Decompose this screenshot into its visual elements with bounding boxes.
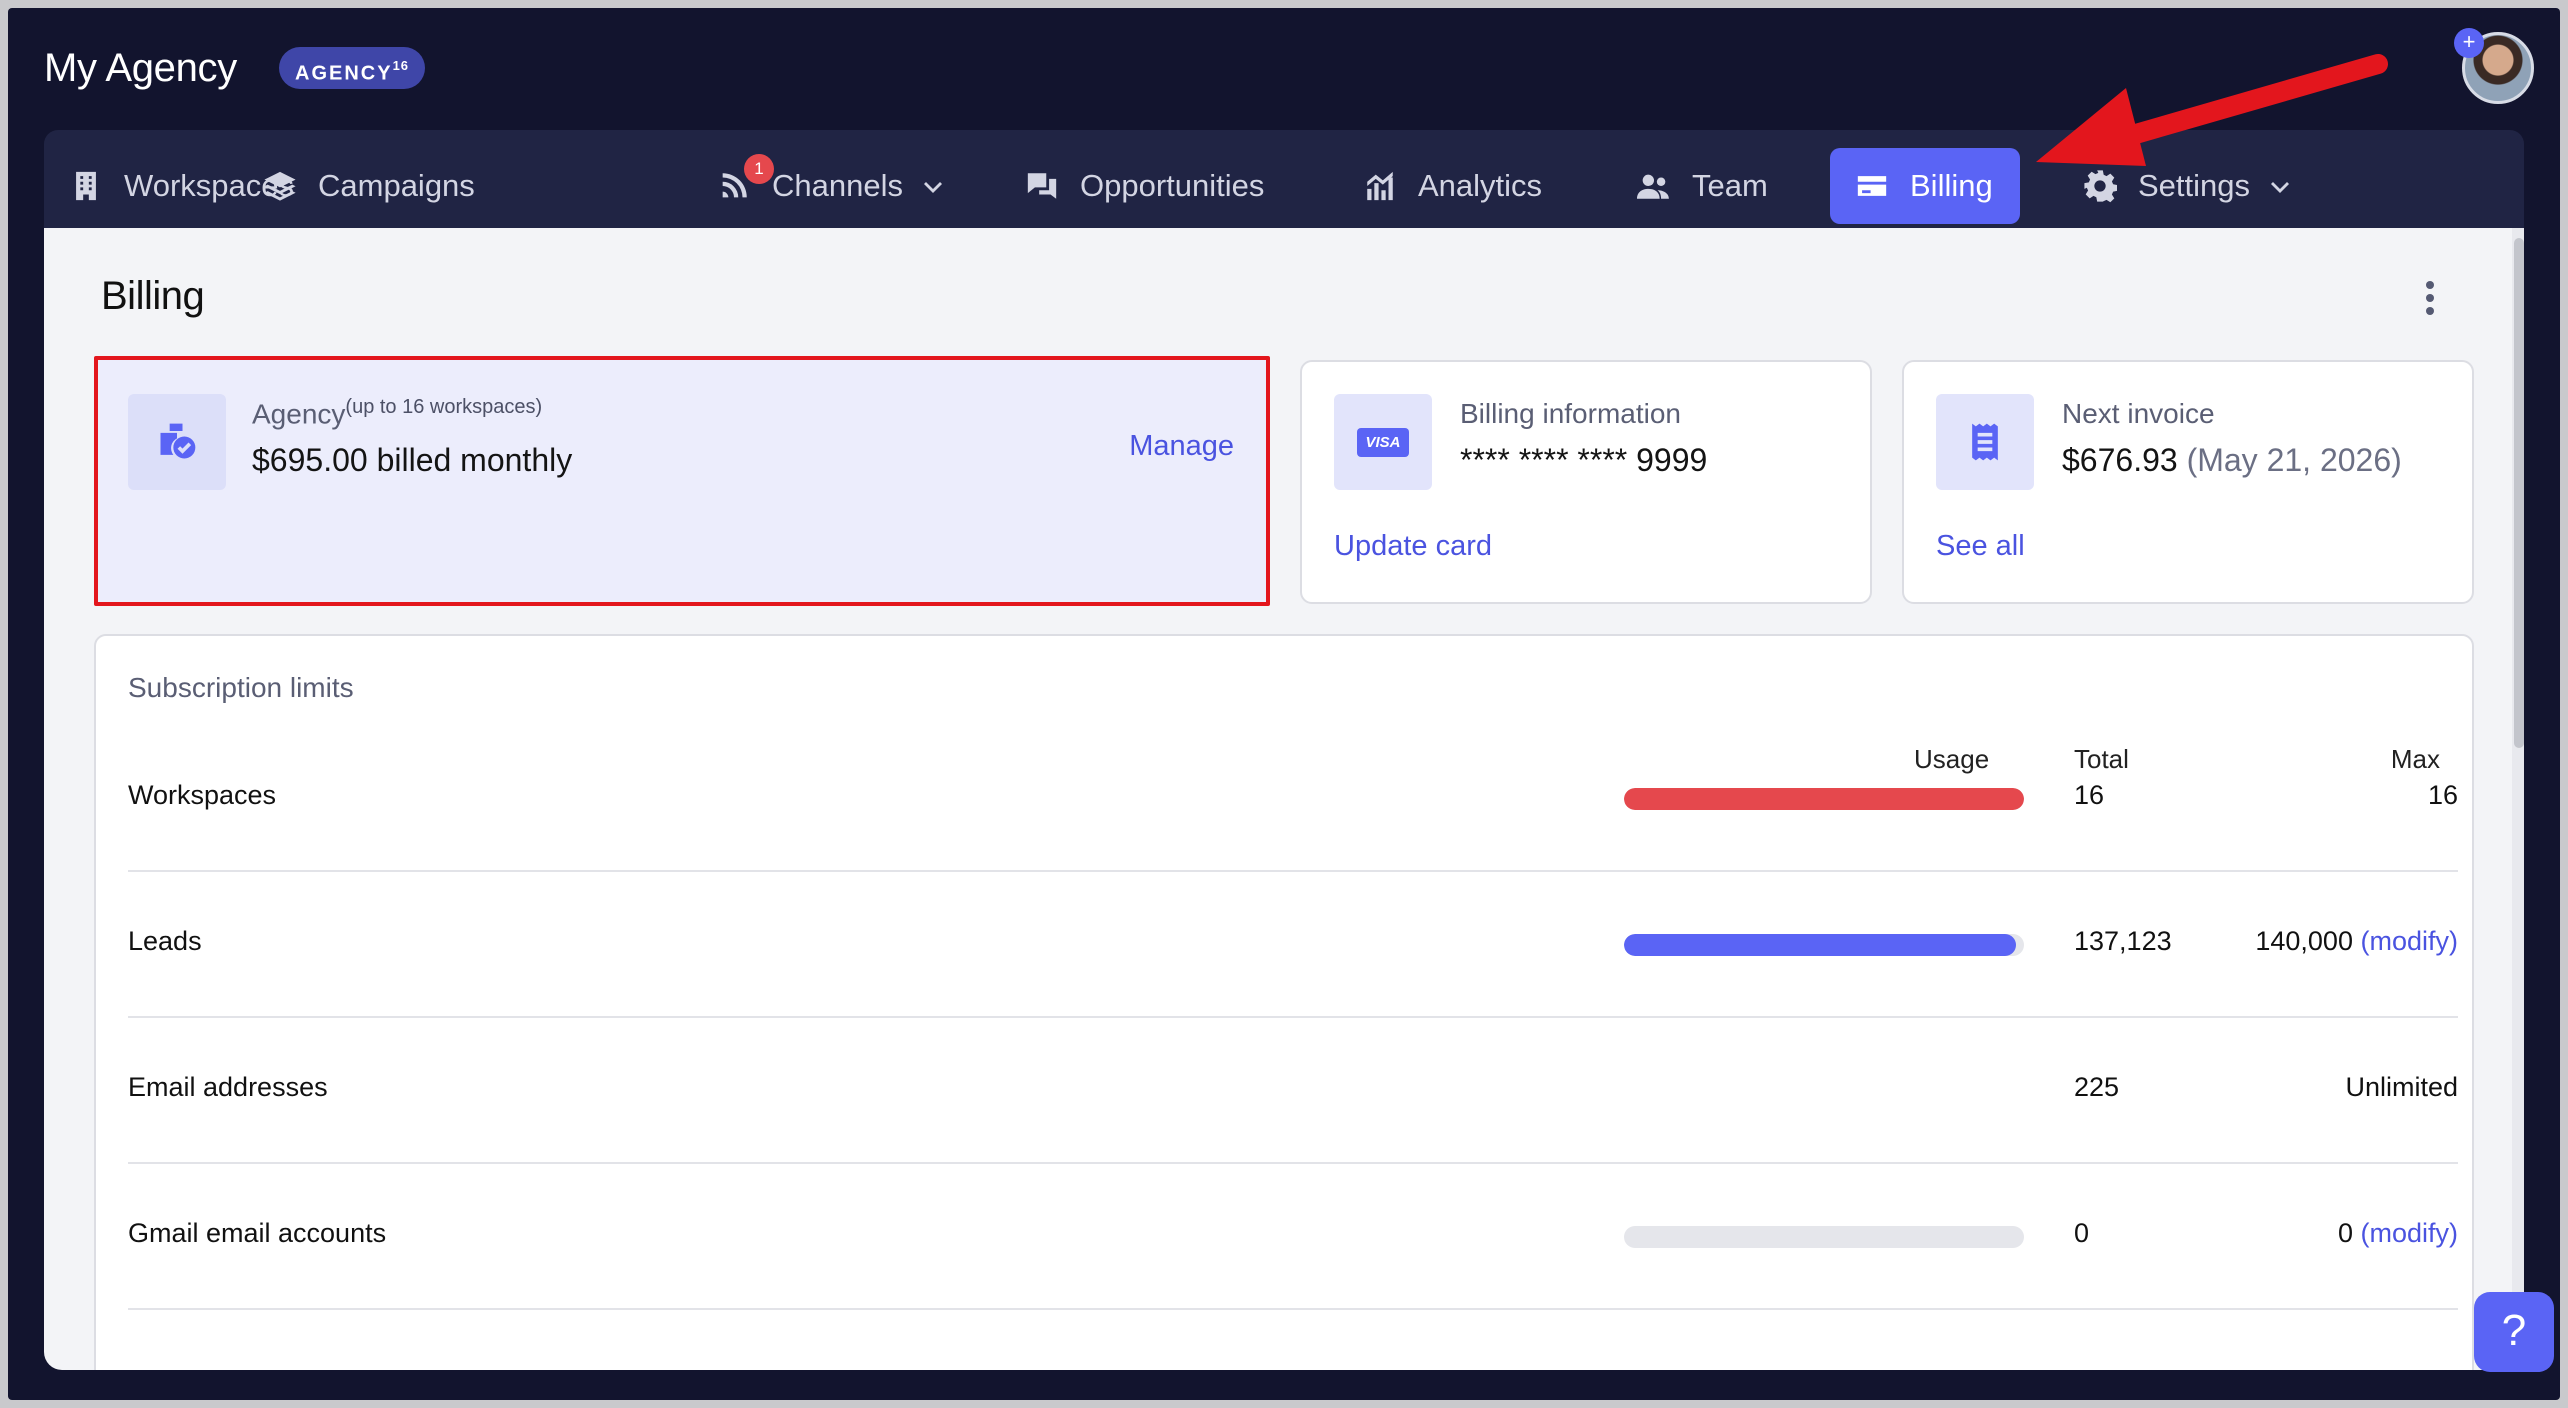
next-invoice-label: Next invoice: [2062, 398, 2215, 429]
chevron-down-icon: [923, 182, 942, 193]
billing-information-label: Billing information: [1460, 398, 1681, 429]
plan-price: $695.00 billed monthly: [252, 442, 573, 478]
billing-panel: Billing Agency(up to 16 workspaces) $695…: [44, 228, 2524, 1370]
limit-total: 225: [2074, 1072, 2120, 1102]
usage-bar: [1624, 788, 2024, 810]
limit-label: Email addresses: [128, 1072, 328, 1102]
invoice-amount: $676.93 (May 21, 2026): [2062, 442, 2402, 478]
users-icon: [1636, 168, 1672, 204]
more-options-icon[interactable]: [2420, 278, 2440, 318]
plan-card: Agency(up to 16 workspaces) $695.00 bill…: [94, 356, 1270, 606]
plan-badge: AGENCY16: [279, 47, 426, 89]
modify-link[interactable]: (modify): [2360, 926, 2458, 956]
limit-row: Gmail email accounts 0 0 (modify): [128, 1162, 2458, 1310]
chat-bubbles-icon: [1024, 168, 1060, 204]
limit-label: Gmail email accounts: [128, 1218, 387, 1248]
limit-max: 16: [2428, 780, 2458, 811]
nav-channels[interactable]: Channels 1: [692, 148, 969, 224]
limit-max: 0 (modify): [2338, 1218, 2458, 1249]
manage-plan-link[interactable]: Manage: [1129, 430, 1234, 463]
annotation-arrow: [2036, 54, 2388, 166]
chart-icon: [1362, 168, 1398, 204]
credit-card-icon: [1854, 168, 1890, 204]
usage-bar-fill: [1624, 788, 2024, 810]
building-icon: [68, 168, 104, 204]
usage-bar: [1624, 1226, 2024, 1248]
usage-bar-fill: [1624, 934, 2016, 956]
limit-total: 16: [2074, 780, 2105, 810]
limit-max-value: 16: [2427, 780, 2458, 810]
nav-campaigns[interactable]: Campaigns: [238, 148, 499, 224]
limit-max: 140,000 (modify): [2255, 926, 2458, 957]
limit-max-value: Unlimited: [2345, 1072, 2458, 1102]
limit-label: Workspaces: [128, 780, 277, 810]
modify-link[interactable]: (modify): [2360, 1218, 2458, 1248]
billing-information-card: VISA Billing information **** **** **** …: [1300, 360, 1872, 604]
plan-name: Agency(up to 16 workspaces): [252, 396, 543, 430]
limit-label: Leads: [128, 926, 202, 956]
notification-badge: 1: [744, 154, 774, 184]
usage-bar: [1624, 934, 2024, 956]
subscription-limits: Subscription limits Usage Total Max Work…: [94, 634, 2474, 1370]
limit-total: 137,123: [2074, 926, 2172, 956]
add-plus-icon[interactable]: +: [2454, 28, 2484, 58]
limit-row: Email addresses 225 Unlimited: [128, 1016, 2458, 1164]
page-title: Billing: [101, 274, 205, 318]
limit-row: Leads 137,123 140,000 (modify): [128, 870, 2458, 1018]
visa-card-icon: VISA: [1334, 394, 1432, 490]
subscription-limits-title: Subscription limits: [128, 672, 354, 703]
card-number: **** **** **** 9999: [1460, 442, 1708, 478]
receipt-icon: [1936, 394, 2034, 490]
scrollbar-thumb[interactable]: [2514, 238, 2524, 748]
see-all-invoices-link[interactable]: See all: [1936, 530, 2025, 563]
next-invoice-card: Next invoice $676.93 (May 21, 2026) See …: [1902, 360, 2474, 604]
limit-row: Workspaces 16 16: [128, 724, 2458, 872]
update-card-link[interactable]: Update card: [1334, 530, 1492, 563]
limit-max-value: 140,000: [2255, 926, 2353, 956]
layers-icon: [262, 168, 298, 204]
nav-team[interactable]: Team: [1612, 148, 1792, 224]
app-window: My Agency AGENCY16 + Workspaces Campaign…: [8, 8, 2560, 1400]
plan-badge-check-icon: [128, 394, 226, 490]
nav-analytics[interactable]: Analytics: [1338, 148, 1566, 224]
limit-total: 0: [2074, 1218, 2090, 1248]
limit-max-value: 0: [2337, 1218, 2353, 1248]
nav-opportunities[interactable]: Opportunities: [1000, 148, 1288, 224]
agency-name: My Agency: [44, 46, 237, 90]
limit-max: Unlimited: [2345, 1072, 2458, 1103]
nav-billing[interactable]: Billing: [1830, 148, 2020, 224]
help-button[interactable]: ?: [2474, 1292, 2554, 1372]
